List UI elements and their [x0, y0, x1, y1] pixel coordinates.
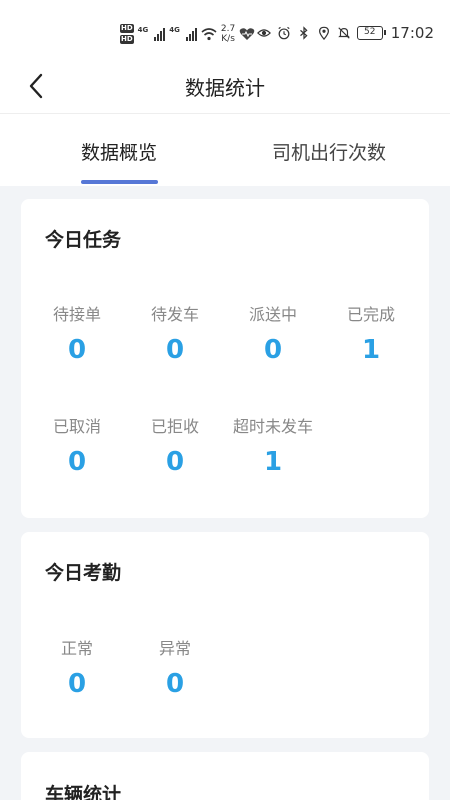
stat-value: 0 — [263, 335, 283, 365]
stat-delivering[interactable]: 派送中 0 — [223, 301, 323, 365]
mute-bell-icon — [338, 27, 350, 39]
wifi-icon — [201, 28, 217, 41]
stat-value: 0 — [165, 447, 185, 477]
stat-pending-accept[interactable]: 待接单 0 — [27, 301, 127, 365]
stat-label: 派送中 — [248, 305, 297, 324]
hd-top-icon: HD — [120, 24, 134, 33]
card-title: 今日考勤 — [45, 562, 122, 584]
battery-indicator: 52 — [356, 26, 386, 40]
signal-icon-2 — [185, 27, 197, 41]
stat-abnormal[interactable]: 异常 0 — [125, 635, 225, 699]
vehicle-stats-card: 车辆统计 — [21, 752, 429, 800]
heart-rate-icon — [239, 28, 255, 40]
network-type-1: 4G — [137, 26, 149, 34]
today-tasks-card: 今日任务 待接单 0 待发车 0 派送中 0 已完成 1 已取消 0 已拒收 0… — [21, 199, 429, 518]
network-type-2: 4G — [169, 26, 180, 34]
hd-bottom-icon: HD — [120, 35, 134, 44]
stat-pending-depart[interactable]: 待发车 0 — [125, 301, 225, 365]
stat-cancelled[interactable]: 已取消 0 — [27, 413, 127, 477]
stat-label: 超时未发车 — [232, 417, 313, 436]
clock: 17:02 — [390, 24, 434, 42]
stat-label: 待接单 — [52, 305, 101, 324]
stat-completed[interactable]: 已完成 1 — [321, 301, 421, 365]
stat-label: 异常 — [158, 639, 191, 658]
stat-label: 正常 — [60, 639, 93, 658]
status-bar: HD HD 4G 4G 2.7 K/s 52 17:02 — [0, 0, 450, 66]
stat-value: 1 — [361, 335, 381, 365]
network-speed-value: 2.7 — [220, 24, 236, 34]
stat-rejected[interactable]: 已拒收 0 — [125, 413, 225, 477]
stat-label: 待发车 — [150, 305, 199, 324]
card-title: 今日任务 — [45, 229, 122, 251]
stat-label: 已取消 — [52, 417, 101, 436]
stat-normal[interactable]: 正常 0 — [27, 635, 127, 699]
network-speed-unit: K/s — [221, 34, 235, 44]
page-title: 数据统计 — [185, 76, 265, 100]
tab-bar: 数据概览 司机出行次数 — [0, 114, 450, 186]
nav-bar: 数据统计 — [0, 66, 450, 114]
stat-value: 0 — [67, 335, 87, 365]
hd-indicator: HD HD — [120, 24, 134, 44]
today-attendance-card: 今日考勤 正常 0 异常 0 — [21, 532, 429, 738]
location-icon — [318, 26, 329, 40]
tab-driver-trips[interactable]: 司机出行次数 — [272, 138, 386, 165]
stat-overdue-not-departed[interactable]: 超时未发车 1 — [223, 413, 323, 477]
card-title: 车辆统计 — [45, 784, 122, 800]
stat-label: 已拒收 — [150, 417, 199, 436]
status-bar-right: 52 17:02 — [256, 22, 434, 44]
network-speed: 2.7 K/s — [221, 24, 235, 44]
eye-icon — [256, 29, 271, 37]
tab-overview[interactable]: 数据概览 — [81, 138, 157, 165]
alarm-icon — [278, 26, 290, 40]
stat-value: 1 — [263, 447, 283, 477]
active-tab-indicator — [81, 180, 158, 184]
stat-value: 0 — [67, 669, 87, 699]
signal-icon-1 — [154, 27, 166, 41]
stat-value: 0 — [165, 335, 185, 365]
stat-value: 0 — [165, 669, 185, 699]
stat-value: 0 — [67, 447, 87, 477]
status-bar-left: HD HD 4G 4G 2.7 K/s — [120, 20, 255, 48]
stat-label: 已完成 — [346, 305, 395, 324]
bluetooth-icon — [299, 26, 308, 40]
